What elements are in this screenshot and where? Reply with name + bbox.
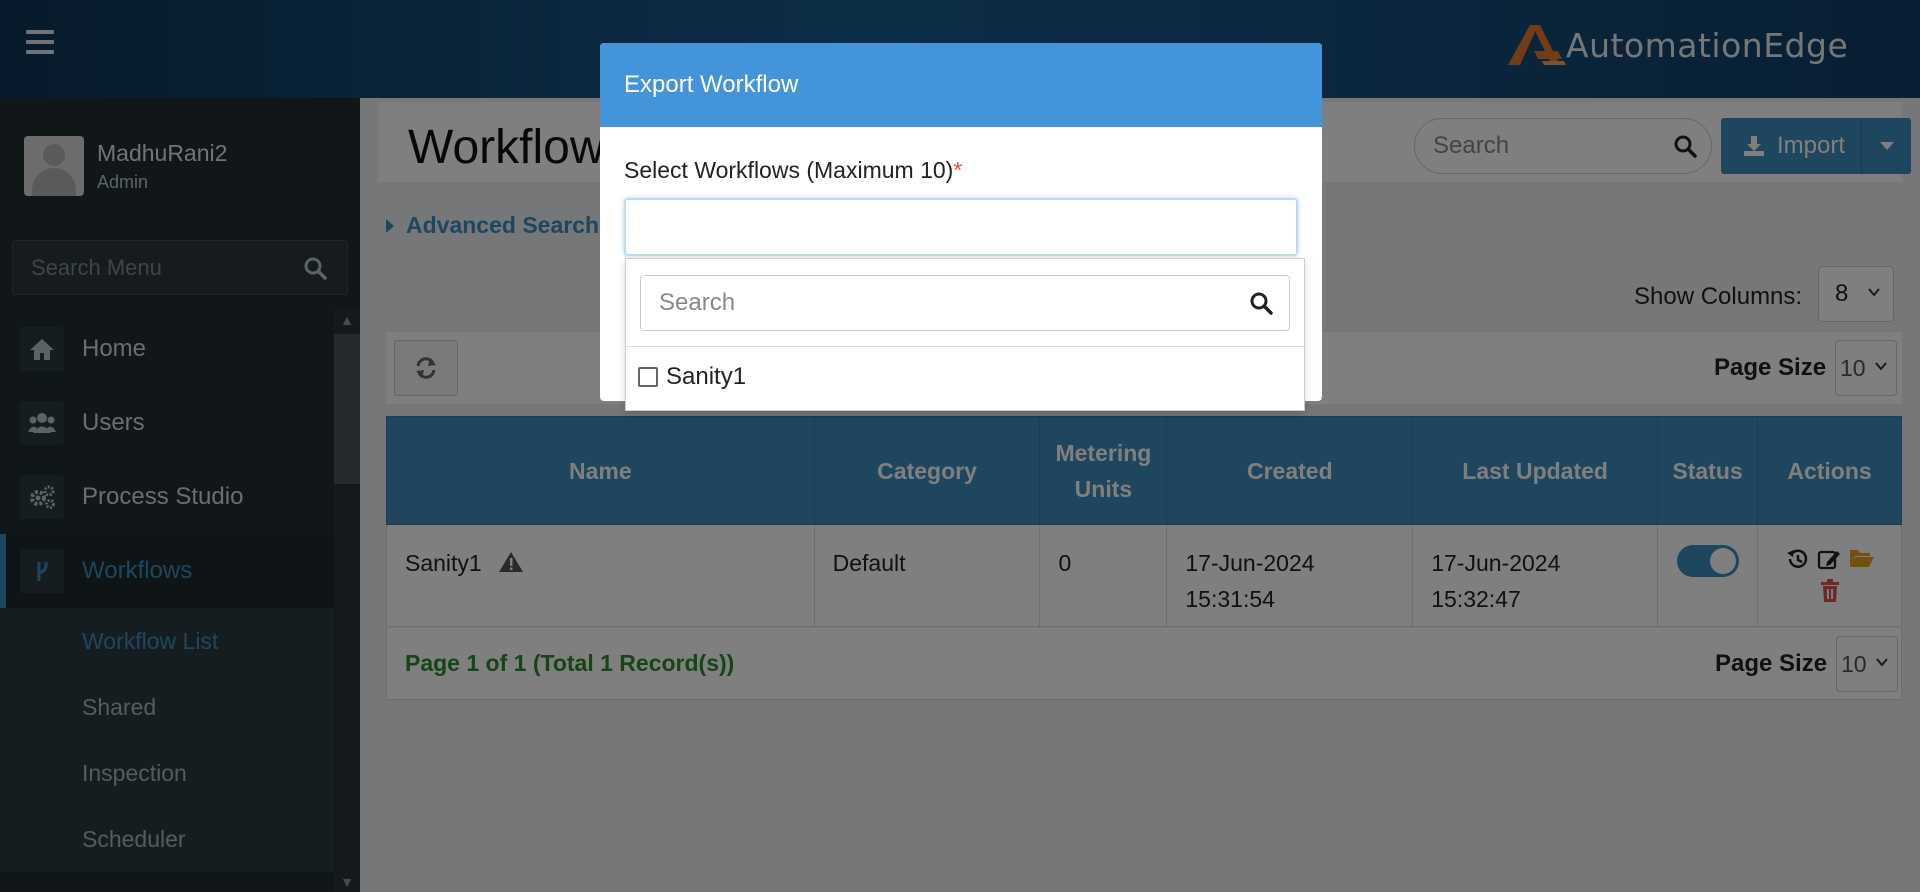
dropdown-option[interactable]: Sanity1 (638, 363, 746, 391)
workflow-multiselect[interactable] (624, 198, 1298, 256)
required-marker: * (953, 157, 963, 183)
modal-title: Export Workflow (624, 71, 799, 98)
field-label-text: Select Workflows (Maximum 10) (624, 157, 954, 183)
modal-header: Export Workflow (600, 43, 1322, 127)
dropdown-divider (626, 346, 1304, 347)
dropdown-search (640, 275, 1290, 331)
option-label[interactable]: Sanity1 (666, 363, 746, 391)
dropdown-search-input[interactable] (641, 276, 1221, 330)
select-workflows-label: Select Workflows (Maximum 10)* (624, 157, 962, 184)
search-icon[interactable] (1249, 291, 1273, 315)
workflow-dropdown: Sanity1 (625, 258, 1305, 411)
option-checkbox[interactable] (638, 367, 658, 387)
